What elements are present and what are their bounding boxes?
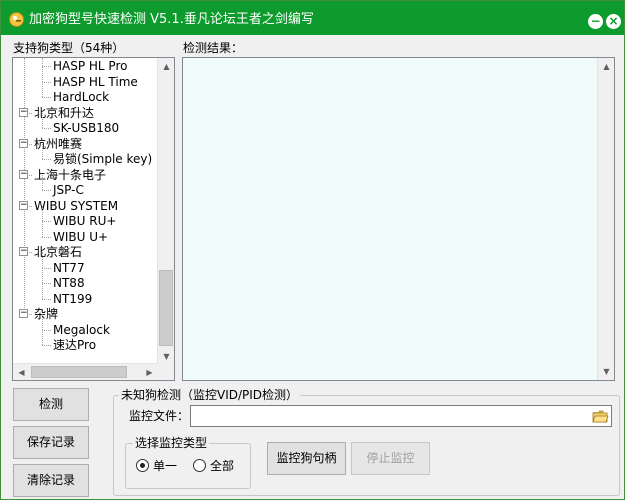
radio-single[interactable] [136, 459, 149, 472]
tree-node-model[interactable]: HardLock [53, 90, 109, 105]
tree-connector [42, 206, 43, 221]
result-label: 检测结果： [183, 41, 244, 55]
radio-selected-dot [140, 463, 145, 468]
tree-connector [42, 190, 51, 191]
tree-connector [42, 345, 51, 346]
tree-connector [42, 252, 43, 268]
tree-vertical-scrollbar[interactable]: ▲ ▼ [157, 58, 174, 365]
tree-scroll-thumb[interactable] [159, 270, 173, 346]
monitor-type-group-title: 选择监控类型 [133, 436, 210, 450]
app-window: 加密狗型号快速检测 V5.1.垂凡论坛王者之剑编写 − × 支持狗类型（54种）… [0, 0, 625, 500]
tree-connector [42, 330, 51, 331]
tree-node-vendor[interactable]: 北京和升达 [34, 106, 94, 121]
result-vertical-scrollbar[interactable]: ▲ ▼ [597, 58, 614, 380]
tree-connector [42, 82, 51, 83]
stop-monitor-button[interactable]: 停止监控 [351, 442, 430, 475]
tree-connector [42, 314, 43, 330]
minimize-button[interactable]: − [588, 14, 603, 29]
tree-connector [42, 159, 51, 160]
scroll-up-icon[interactable]: ▲ [158, 58, 174, 75]
close-button[interactable]: × [606, 14, 621, 29]
tree-connector [42, 221, 43, 237]
result-scroll-up-icon[interactable]: ▲ [598, 58, 614, 75]
tree-node-model[interactable]: WIBU RU+ [53, 214, 116, 229]
tree-connector [42, 330, 43, 345]
monitor-file-label: 监控文件： [129, 409, 190, 423]
radio-all[interactable] [193, 459, 206, 472]
detect-button[interactable]: 检测 [13, 388, 89, 421]
save-log-button[interactable]: 保存记录 [13, 426, 89, 459]
tree-collapse-icon[interactable]: − [19, 108, 28, 117]
clear-log-button[interactable]: 清除记录 [13, 464, 89, 497]
tree-connector [42, 82, 43, 97]
tree-collapse-icon[interactable]: − [19, 201, 28, 210]
tree-collapse-icon[interactable]: − [19, 309, 28, 318]
tree-connector [42, 58, 43, 66]
supported-types-label: 支持狗类型（54种） [13, 41, 125, 55]
tree-connector [42, 237, 51, 238]
tree-node-model[interactable]: WIBU U+ [53, 230, 108, 245]
tree-node-vendor[interactable]: 上海十条电子 [34, 168, 106, 183]
tree-connector [24, 58, 25, 314]
window-title: 加密狗型号快速检测 V5.1.垂凡论坛王者之剑编写 [29, 12, 314, 27]
tree-node-vendor[interactable]: 杂牌 [34, 307, 58, 322]
tree-hscroll-thumb[interactable] [31, 366, 127, 378]
monitor-file-input[interactable] [190, 405, 612, 427]
tree-node-model[interactable]: HASP HL Pro [53, 59, 127, 74]
tree-connector [42, 97, 51, 98]
tree-node-model[interactable]: HASP HL Time [53, 75, 138, 90]
tree-connector [42, 66, 43, 82]
tree-connector [42, 299, 51, 300]
tree-collapse-icon[interactable]: − [19, 139, 28, 148]
tree-connector [42, 221, 51, 222]
tree-node-vendor[interactable]: WIBU SYSTEM [34, 199, 118, 214]
scroll-right-icon[interactable]: ▶ [141, 364, 158, 380]
tree-node-model[interactable]: NT199 [53, 292, 92, 307]
radio-all-label[interactable]: 全部 [210, 459, 234, 473]
tree-connector [42, 283, 51, 284]
tree-connector [42, 144, 43, 159]
tree-connector [42, 128, 51, 129]
monitor-handle-button[interactable]: 监控狗句柄 [267, 442, 346, 475]
tree-node-model[interactable]: NT77 [53, 261, 85, 276]
tree-horizontal-scrollbar[interactable]: ◀ ▶ [13, 363, 158, 380]
tree-node-model[interactable]: JSP-C [53, 183, 84, 198]
tree-node-model[interactable]: SK-USB180 [53, 121, 119, 136]
dongle-type-tree[interactable]: HASP HL Pro HASP HL Time HardLock − 北京和升达 SK-… [12, 57, 175, 381]
result-scroll-down-icon[interactable]: ▼ [598, 363, 614, 380]
radio-single-label[interactable]: 单一 [153, 459, 177, 473]
scroll-left-icon[interactable]: ◀ [13, 364, 30, 380]
tree-node-model[interactable]: 速达Pro [53, 338, 96, 353]
open-folder-icon[interactable] [592, 408, 609, 424]
title-bar: 加密狗型号快速检测 V5.1.垂凡论坛王者之剑编写 − × [1, 1, 624, 35]
tree-node-model[interactable]: 易锁(Simple key) [53, 152, 152, 167]
tree-node-model[interactable]: NT88 [53, 276, 85, 291]
tree-connector [42, 113, 43, 128]
unknown-dongle-group-title: 未知狗检测（监控VID/PID检测） [119, 388, 301, 402]
tree-connector [42, 66, 51, 67]
tree-collapse-icon[interactable]: − [19, 247, 28, 256]
tree-connector [42, 175, 43, 190]
tree-connector [42, 268, 43, 283]
app-key-icon [9, 12, 24, 27]
tree-connector [42, 268, 51, 269]
scroll-corner [157, 363, 174, 380]
tree-connector [42, 283, 43, 299]
tree-node-model[interactable]: Megalock [53, 323, 110, 338]
tree-collapse-icon[interactable]: − [19, 170, 28, 179]
result-textarea[interactable]: ▲ ▼ [182, 57, 615, 381]
